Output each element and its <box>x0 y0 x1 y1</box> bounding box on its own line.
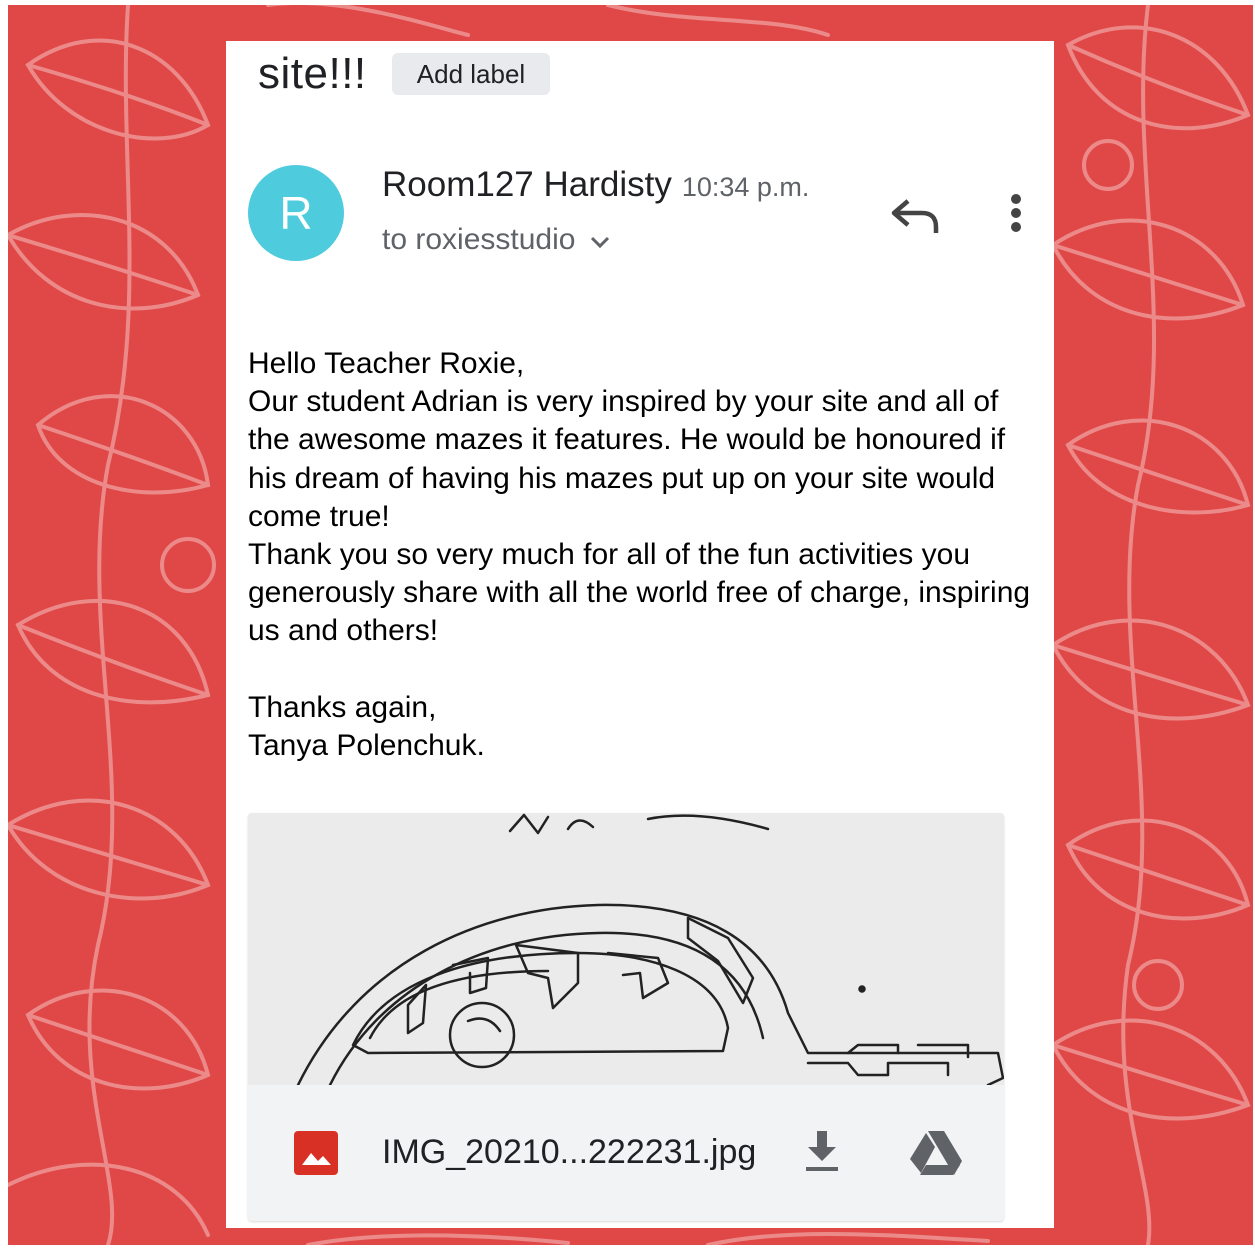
email-body: Hello Teacher Roxie, Our student Adrian … <box>248 345 1048 765</box>
save-to-drive-button[interactable] <box>908 1129 964 1177</box>
reply-icon <box>891 199 939 233</box>
more-vert-icon <box>1011 194 1021 232</box>
maze-drawing-image <box>248 813 1004 1087</box>
body-paragraph: Thank you so very much for all of the fu… <box>248 538 1031 648</box>
email-card: site!!! Add label R Room127 Hardisty 10:3… <box>226 41 1054 1228</box>
download-icon <box>806 1131 838 1171</box>
avatar[interactable]: R <box>248 165 344 261</box>
timestamp: 10:34 p.m. <box>681 172 810 202</box>
download-button[interactable] <box>804 1129 840 1175</box>
reply-button[interactable] <box>886 191 946 241</box>
greeting: Hello Teacher Roxie, <box>248 347 525 380</box>
sender-line: Room127 Hardisty 10:34 p.m. <box>382 165 809 205</box>
body-paragraph: Our student Adrian is very inspired by y… <box>248 385 1006 533</box>
attachment-bar: IMG_20210...222231.jpg <box>248 1085 1004 1221</box>
attachment-preview[interactable] <box>248 813 1004 1087</box>
recipient-text: to roxiesstudio <box>382 223 576 256</box>
subject-title: site!!! <box>258 49 367 98</box>
recipient-toggle[interactable]: to roxiesstudio <box>382 223 611 257</box>
more-options-button[interactable] <box>996 189 1036 241</box>
attachment-card[interactable]: IMG_20210...222231.jpg <box>248 813 1004 1221</box>
signature: Tanya Polenchuk. <box>248 728 485 762</box>
attachment-filename[interactable]: IMG_20210...222231.jpg <box>382 1133 756 1172</box>
closing: Thanks again, <box>248 690 437 724</box>
add-label-button[interactable]: Add label <box>392 53 550 95</box>
image-file-icon <box>294 1131 338 1175</box>
decorative-background: site!!! Add label R Room127 Hardisty 10:3… <box>8 5 1253 1245</box>
google-drive-icon <box>910 1131 962 1175</box>
chevron-down-icon <box>589 223 611 257</box>
sender-name[interactable]: Room127 Hardisty <box>382 165 672 204</box>
